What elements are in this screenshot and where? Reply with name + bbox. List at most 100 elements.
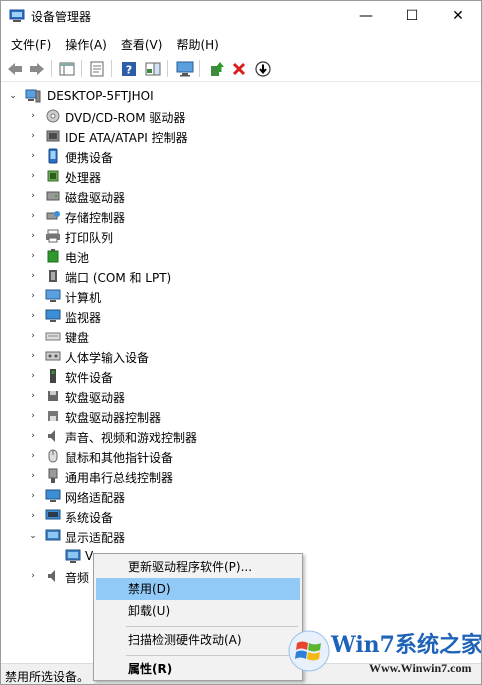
context-menu: 更新驱动程序软件(P)... 禁用(D) 卸载(U) 扫描检测硬件改动(A) 属… [93, 553, 303, 681]
ctx-update-driver[interactable]: 更新驱动程序软件(P)... [96, 556, 300, 578]
tree-row-software-device[interactable]: › 软件设备 [1, 366, 481, 386]
expand-chevron-icon[interactable]: › [27, 110, 39, 122]
expand-chevron-icon[interactable]: › [27, 190, 39, 202]
tree-row-processor[interactable]: › 处理器 [1, 166, 481, 186]
expand-chevron-icon[interactable]: › [27, 510, 39, 522]
audio-label: 音频 [65, 571, 90, 585]
computer-root-icon [25, 88, 41, 104]
tree-row-computer[interactable]: › 计算机 [1, 286, 481, 306]
window-title: 设备管理器 [31, 10, 92, 24]
expand-chevron-icon[interactable]: › [27, 490, 39, 502]
port-icon [45, 268, 61, 284]
ctx-scan-hardware[interactable]: 扫描检测硬件改动(A) [96, 629, 300, 651]
expand-chevron-icon[interactable]: › [27, 230, 39, 242]
expand-chevron-icon[interactable]: › [27, 170, 39, 182]
system-device-icon [45, 508, 61, 524]
uninstall-icon[interactable] [229, 59, 249, 79]
tree-row-printer[interactable]: › 打印队列 [1, 226, 481, 246]
tree-row-mouse[interactable]: › 鼠标和其他指针设备 [1, 446, 481, 466]
menu-file[interactable]: 文件(F) [5, 32, 57, 54]
monitor-scan-icon[interactable] [175, 59, 195, 79]
update-driver-icon[interactable] [207, 59, 227, 79]
tree-row-storage-controller[interactable]: › 存储控制器 [1, 206, 481, 226]
ctx-disable[interactable]: 禁用(D) [96, 578, 300, 600]
expand-chevron-icon[interactable]: › [27, 370, 39, 382]
expand-chevron-icon[interactable]: › [27, 270, 39, 282]
expand-chevron-icon[interactable]: › [27, 150, 39, 162]
tree-row-label: 监视器 [65, 311, 102, 325]
expand-chevron-icon[interactable]: › [27, 210, 39, 222]
keyboard-icon [45, 328, 61, 344]
ide-controller-icon [45, 128, 61, 144]
computer-icon [45, 288, 61, 304]
expand-chevron-icon[interactable]: › [27, 310, 39, 322]
expand-chevron-icon[interactable]: › [27, 470, 39, 482]
tree-row-dvd-drive[interactable]: › DVD/CD-ROM 驱动器 [1, 106, 481, 126]
battery-icon [45, 248, 61, 264]
expand-chevron-icon[interactable]: › [27, 250, 39, 262]
menu-bar: 文件(F) 操作(A) 查看(V) 帮助(H) [1, 32, 481, 54]
tree-row-keyboard[interactable]: › 键盘 [1, 326, 481, 346]
tree-row-disk-drive[interactable]: › 磁盘驱动器 [1, 186, 481, 206]
title-bar[interactable]: 设备管理器 — ☐ ✕ [1, 1, 481, 31]
show-hide-console-tree-icon[interactable] [57, 59, 77, 79]
mouse-icon [45, 448, 61, 464]
tree-row-system-device[interactable]: › 系统设备 [1, 506, 481, 526]
sound-icon [45, 428, 61, 444]
expand-chevron-icon[interactable]: › [27, 290, 39, 302]
tree-row-sound[interactable]: › 声音、视频和游戏控制器 [1, 426, 481, 446]
expand-chevron-icon[interactable]: › [27, 390, 39, 402]
maximize-button[interactable]: ☐ [389, 1, 435, 31]
expand-chevron-icon[interactable]: › [27, 130, 39, 142]
expand-chevron-icon[interactable]: › [27, 430, 39, 442]
expand-chevron-icon[interactable]: › [27, 350, 39, 362]
disk-drive-icon [45, 188, 61, 204]
tree-row-label: 便携设备 [65, 151, 114, 165]
tree-row-label: 显示适配器 [65, 531, 126, 545]
expand-chevron-icon[interactable]: › [27, 410, 39, 422]
tree-row-portable-device[interactable]: › 便携设备 [1, 146, 481, 166]
minimize-button[interactable]: — [343, 1, 389, 31]
windows-logo-icon [288, 630, 330, 672]
collapse-chevron-icon[interactable]: ⌄ [27, 530, 39, 542]
disable-icon[interactable] [253, 59, 273, 79]
monitor-icon [45, 308, 61, 324]
tree-root[interactable]: ⌄ DESKTOP-5FTJHOI [1, 86, 481, 106]
expand-chevron-icon[interactable]: › [27, 330, 39, 342]
expand-chevron-icon[interactable]: › [27, 450, 39, 462]
tree-row-display-adapter[interactable]: ⌄ 显示适配器 [1, 526, 481, 546]
properties-icon[interactable] [87, 59, 107, 79]
tree-row-monitor[interactable]: › 监视器 [1, 306, 481, 326]
tree-row-battery[interactable]: › 电池 [1, 246, 481, 266]
toolbar-separator [81, 60, 82, 77]
tree-row-ide-controller[interactable]: › IDE ATA/ATAPI 控制器 [1, 126, 481, 146]
tree-row-hid[interactable]: › 人体学输入设备 [1, 346, 481, 366]
tree-row-label: 打印队列 [65, 231, 114, 245]
expand-chevron-icon[interactable]: ⌄ [7, 90, 19, 102]
expand-chevron-icon[interactable]: › [27, 570, 39, 582]
help-icon[interactable]: ? [119, 59, 139, 79]
tree-row-port[interactable]: › 端口 (COM 和 LPT) [1, 266, 481, 286]
action-pane-icon[interactable] [143, 59, 163, 79]
tree-row-label: DVD/CD-ROM 驱动器 [65, 111, 186, 125]
menu-action[interactable]: 操作(A) [59, 32, 113, 54]
close-button[interactable]: ✕ [435, 1, 481, 31]
ctx-uninstall[interactable]: 卸载(U) [96, 600, 300, 622]
tree-row-label: 鼠标和其他指针设备 [65, 451, 174, 465]
menu-help[interactable]: 帮助(H) [170, 32, 224, 54]
tree-row-floppy-drive[interactable]: › 软盘驱动器 [1, 386, 481, 406]
back-arrow-icon[interactable] [5, 59, 25, 79]
tree-row-network-adapter[interactable]: › 网络适配器 [1, 486, 481, 506]
tree-row-label: 键盘 [65, 331, 90, 345]
software-device-icon [45, 368, 61, 384]
toolbar-separator [111, 60, 112, 77]
ctx-properties[interactable]: 属性(R) [96, 658, 300, 680]
toolbar-separator [51, 60, 52, 77]
tree-row-floppy-controller[interactable]: › 软盘驱动器控制器 [1, 406, 481, 426]
tree-row-usb[interactable]: › 通用串行总线控制器 [1, 466, 481, 486]
forward-arrow-icon[interactable] [27, 59, 47, 79]
tree-row-label: 软件设备 [65, 371, 114, 385]
menu-view[interactable]: 查看(V) [115, 32, 169, 54]
tree-row-label: 计算机 [65, 291, 102, 305]
dvd-drive-icon [45, 108, 61, 124]
